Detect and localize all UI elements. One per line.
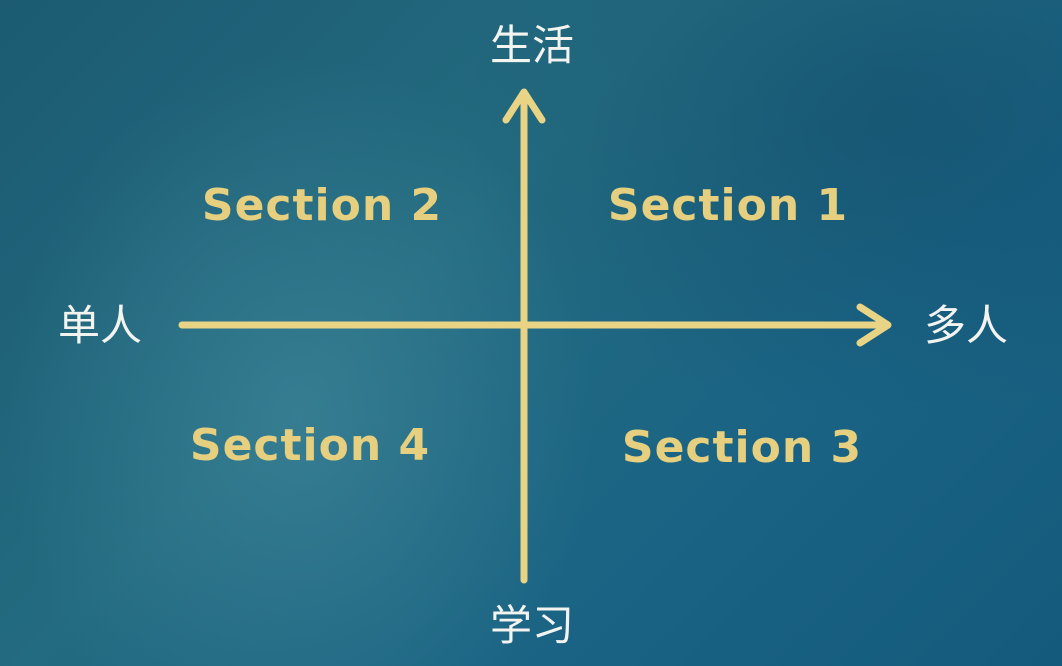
axis-label-right: 多人 [924,301,1008,350]
axis-label-bottom: 学习 [490,601,574,650]
quadrant-label-section-4: Section 4 [190,420,430,471]
quadrant-label-section-2: Section 2 [202,180,442,231]
axis-label-left: 单人 [58,301,142,350]
quadrant-diagram: 生活 学习 单人 多人 Section 2 Section 1 Section … [58,21,1008,650]
axis-label-top: 生活 [490,21,574,70]
quadrant-label-section-1: Section 1 [608,180,848,231]
quadrant-label-section-3: Section 3 [622,422,862,473]
